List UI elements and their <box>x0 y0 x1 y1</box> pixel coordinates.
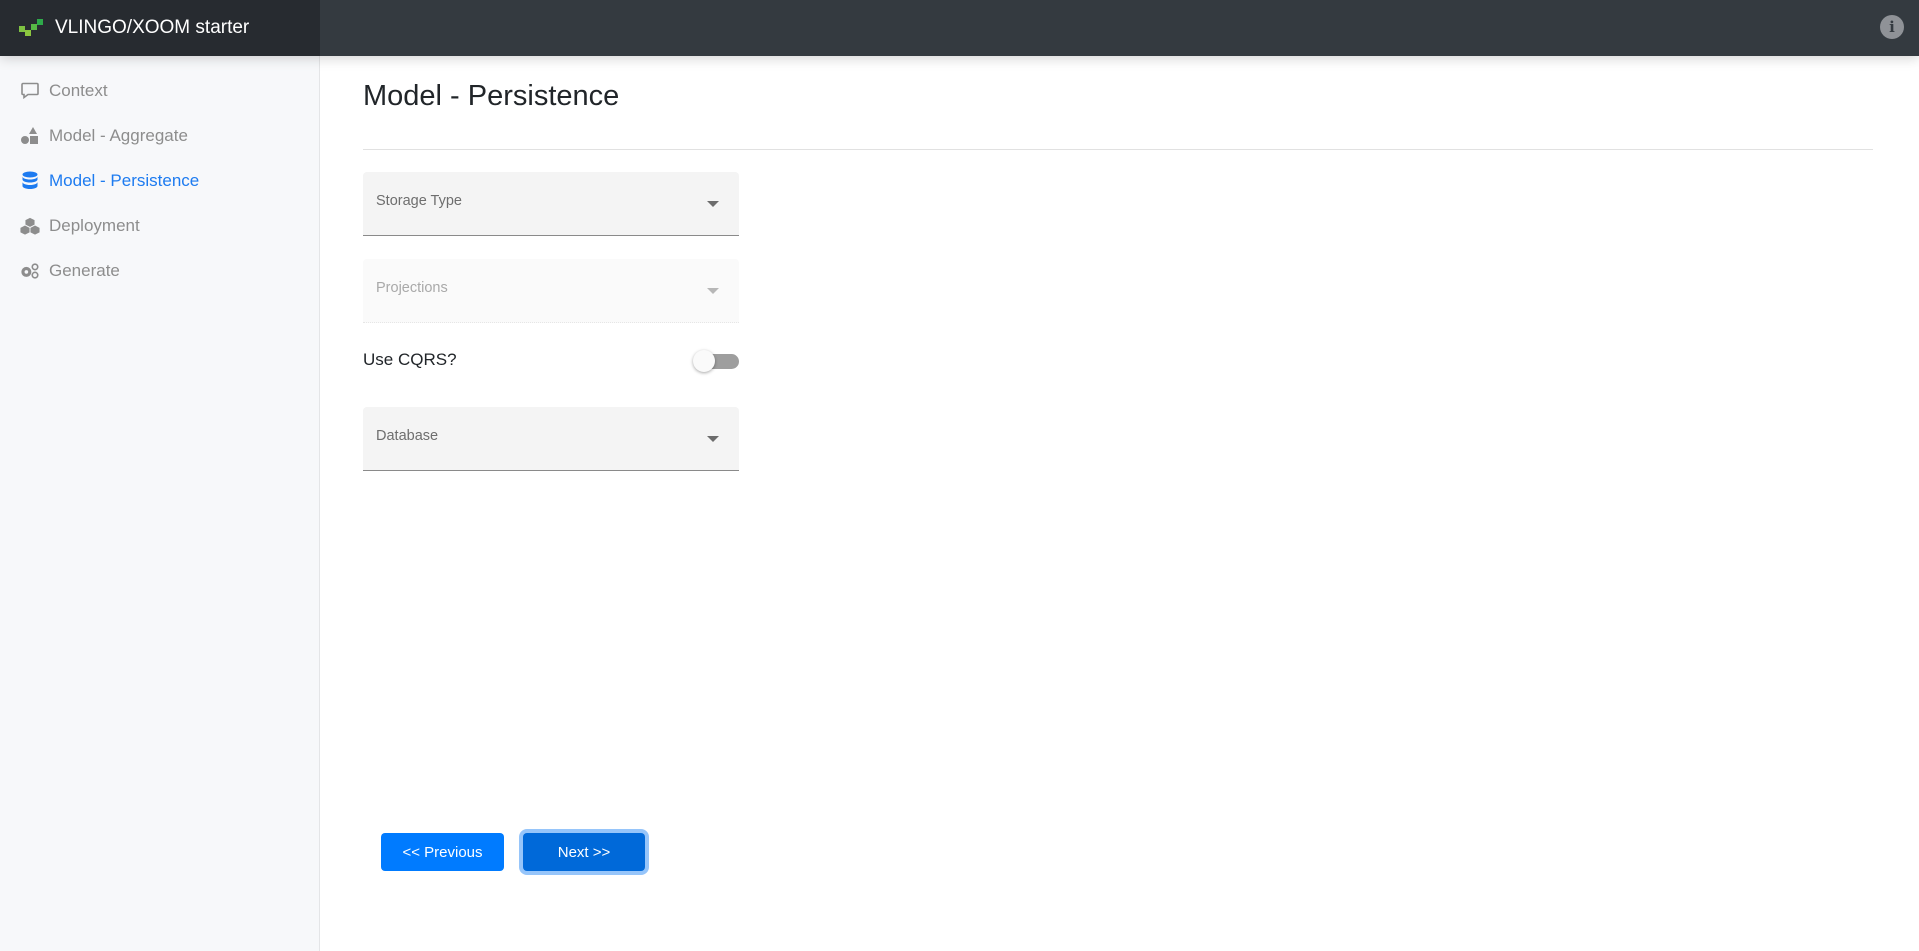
sidebar-item-deployment[interactable]: Deployment <box>0 203 319 248</box>
comment-icon <box>20 81 40 101</box>
use-cqrs-label: Use CQRS? <box>363 350 457 369</box>
next-button[interactable]: Next >> <box>523 833 645 871</box>
database-icon <box>20 171 40 191</box>
caret-down-icon <box>707 436 719 442</box>
sidebar-item-model-persistence[interactable]: Model - Persistence <box>0 158 319 203</box>
page-title: Model - Persistence <box>363 80 620 112</box>
sidebar-item-model-aggregate[interactable]: Model - Aggregate <box>0 113 319 158</box>
shapes-icon <box>20 126 40 146</box>
storage-type-select[interactable]: Storage Type <box>363 172 739 236</box>
sidebar-item-context[interactable]: Context <box>0 68 319 113</box>
sidebar: Context Model - Aggregate Model - Persis… <box>0 56 320 951</box>
app-title: VLINGO/XOOM starter <box>55 17 250 38</box>
sidebar-item-label: Model - Aggregate <box>49 125 188 145</box>
divider <box>363 149 1873 150</box>
brand[interactable]: VLINGO/XOOM starter <box>0 0 320 56</box>
vlingo-logo-icon <box>19 19 45 37</box>
projections-label: Projections <box>376 280 448 296</box>
sidebar-item-generate[interactable]: Generate <box>0 248 319 293</box>
info-circle-icon[interactable]: i <box>1880 15 1904 39</box>
sidebar-item-label: Deployment <box>49 215 140 235</box>
database-select[interactable]: Database <box>363 407 739 471</box>
cogs-icon <box>20 261 40 281</box>
caret-down-icon <box>707 201 719 207</box>
main-content: Model - Persistence Storage Type Project… <box>320 56 1919 951</box>
previous-button[interactable]: << Previous <box>381 833 504 871</box>
caret-down-icon <box>707 288 719 294</box>
database-label: Database <box>376 428 439 444</box>
sidebar-item-label: Generate <box>49 260 120 280</box>
storage-type-label: Storage Type <box>376 193 462 209</box>
toggle-thumb <box>693 350 715 372</box>
projections-select[interactable]: Projections <box>363 259 739 323</box>
use-cqrs-toggle[interactable] <box>693 348 739 374</box>
sidebar-item-label: Model - Persistence <box>49 170 200 190</box>
cubes-icon <box>20 216 40 236</box>
top-bar: VLINGO/XOOM starter i <box>0 0 1919 56</box>
sidebar-item-label: Context <box>49 80 108 100</box>
